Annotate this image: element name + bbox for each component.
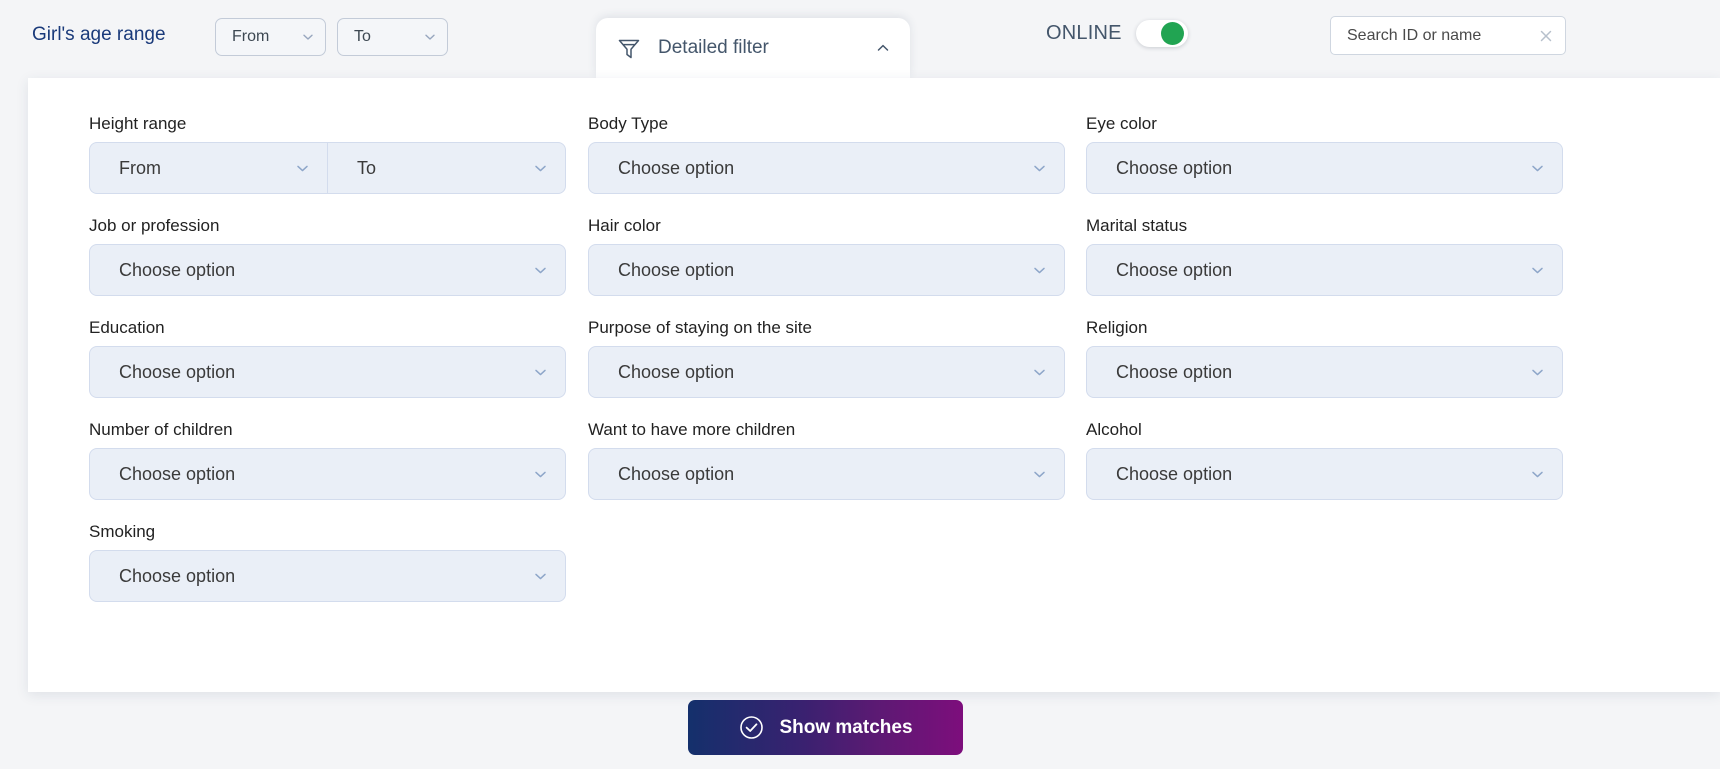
field-body-type: Body Type Choose option	[588, 114, 1065, 194]
chevron-down-icon	[532, 364, 549, 381]
field-label: Hair color	[588, 216, 661, 235]
chevron-down-icon	[294, 160, 311, 177]
chevron-down-icon	[1031, 160, 1048, 177]
field-education: Education Choose option	[89, 318, 566, 398]
marital-status-select[interactable]: Choose option	[1086, 244, 1563, 296]
field-label: Job or profession	[89, 216, 220, 235]
smoking-select[interactable]: Choose option	[89, 550, 566, 602]
field-religion: Religion Choose option	[1086, 318, 1563, 398]
field-marital-status: Marital status Choose option	[1086, 216, 1563, 296]
age-to-select[interactable]: To	[337, 18, 448, 56]
toggle-knob	[1160, 22, 1184, 45]
range-pair: From To	[89, 142, 566, 194]
chevron-down-icon	[423, 30, 437, 44]
select-value: Choose option	[1116, 157, 1233, 178]
select-value: Choose option	[119, 463, 236, 484]
want-to-have-more-children-select[interactable]: Choose option	[588, 448, 1065, 500]
show-matches-button[interactable]: Show matches	[688, 700, 963, 755]
girls-age-range-label: Girl's age range	[32, 24, 166, 45]
top-bar: Girl's age range From To Detailed filter…	[0, 0, 1720, 78]
chevron-down-icon	[1031, 466, 1048, 483]
filter-page: Girl's age range From To Detailed filter…	[0, 0, 1720, 769]
chevron-down-icon	[532, 466, 549, 483]
detailed-filter-label: Detailed filter	[658, 37, 769, 58]
age-from-value: From	[232, 28, 270, 45]
age-from-select[interactable]: From	[215, 18, 326, 56]
chevron-down-icon	[532, 568, 549, 585]
field-eye-color: Eye color Choose option	[1086, 114, 1563, 194]
select-value: From	[119, 157, 161, 178]
select-value: Choose option	[119, 565, 236, 586]
body-type-select[interactable]: Choose option	[588, 142, 1065, 194]
field-label: Education	[89, 318, 165, 337]
select-value: Choose option	[618, 361, 735, 382]
field-label: Eye color	[1086, 114, 1157, 133]
field-label: Want to have more children	[588, 420, 796, 439]
online-toggle[interactable]	[1135, 20, 1188, 47]
hair-color-select[interactable]: Choose option	[588, 244, 1065, 296]
religion-select[interactable]: Choose option	[1086, 346, 1563, 398]
chevron-down-icon	[1031, 364, 1048, 381]
chevron-down-icon	[1529, 262, 1546, 279]
field-purpose-of-staying-on-the-site: Purpose of staying on the site Choose opt…	[588, 318, 1065, 398]
select-value: Choose option	[119, 259, 236, 280]
field-label: Smoking	[89, 522, 156, 541]
field-height-range: Height range From To	[89, 114, 566, 194]
select-value: Choose option	[618, 463, 735, 484]
chevron-down-icon	[301, 30, 315, 44]
alcohol-select[interactable]: Choose option	[1086, 448, 1563, 500]
field-label: Alcohol	[1086, 420, 1142, 439]
close-icon[interactable]	[1537, 27, 1555, 45]
search-input[interactable]	[1345, 25, 1531, 46]
select-value: Choose option	[1116, 259, 1233, 280]
chevron-up-icon[interactable]	[874, 39, 892, 57]
select-value: Choose option	[1116, 361, 1233, 382]
age-to-value: To	[354, 28, 371, 45]
chevron-down-icon	[532, 262, 549, 279]
chevron-down-icon	[1529, 160, 1546, 177]
height-range-from-select[interactable]: From	[89, 142, 327, 194]
field-label: Purpose of staying on the site	[588, 318, 812, 337]
chevron-down-icon	[1529, 466, 1546, 483]
field-want-to-have-more-children: Want to have more children Choose option	[588, 420, 1065, 500]
select-value: Choose option	[119, 361, 236, 382]
field-label: Marital status	[1086, 216, 1188, 235]
search-box[interactable]	[1330, 16, 1566, 55]
field-label: Body Type	[588, 114, 669, 133]
eye-color-select[interactable]: Choose option	[1086, 142, 1563, 194]
field-smoking: Smoking Choose option	[89, 522, 566, 602]
funnel-icon	[614, 33, 644, 63]
height-range-to-select[interactable]: To	[327, 142, 566, 194]
chevron-down-icon	[532, 160, 549, 177]
check-circle-icon	[738, 714, 765, 741]
select-value: To	[357, 157, 377, 178]
education-select[interactable]: Choose option	[89, 346, 566, 398]
detailed-filter-panel: Height range From To Body Type Choose option…	[28, 78, 1720, 755]
field-label: Height range	[89, 114, 187, 133]
chevron-down-icon	[1529, 364, 1546, 381]
show-matches-label: Show matches	[779, 716, 913, 738]
chevron-down-icon	[1031, 262, 1048, 279]
field-job-or-profession: Job or profession Choose option	[89, 216, 566, 296]
job-or-profession-select[interactable]: Choose option	[89, 244, 566, 296]
field-number-of-children: Number of children Choose option	[89, 420, 566, 500]
purpose-of-staying-on-the-site-select[interactable]: Choose option	[588, 346, 1065, 398]
field-hair-color: Hair color Choose option	[588, 216, 1065, 296]
number-of-children-select[interactable]: Choose option	[89, 448, 566, 500]
select-value: Choose option	[618, 157, 735, 178]
online-label: ONLINE	[1046, 22, 1122, 44]
field-alcohol: Alcohol Choose option	[1086, 420, 1563, 500]
select-value: Choose option	[618, 259, 735, 280]
detailed-filter-tab[interactable]: Detailed filter	[596, 18, 910, 78]
field-label: Number of children	[89, 420, 233, 439]
select-value: Choose option	[1116, 463, 1233, 484]
online-filter: ONLINE	[1046, 20, 1188, 47]
field-label: Religion	[1086, 318, 1148, 337]
